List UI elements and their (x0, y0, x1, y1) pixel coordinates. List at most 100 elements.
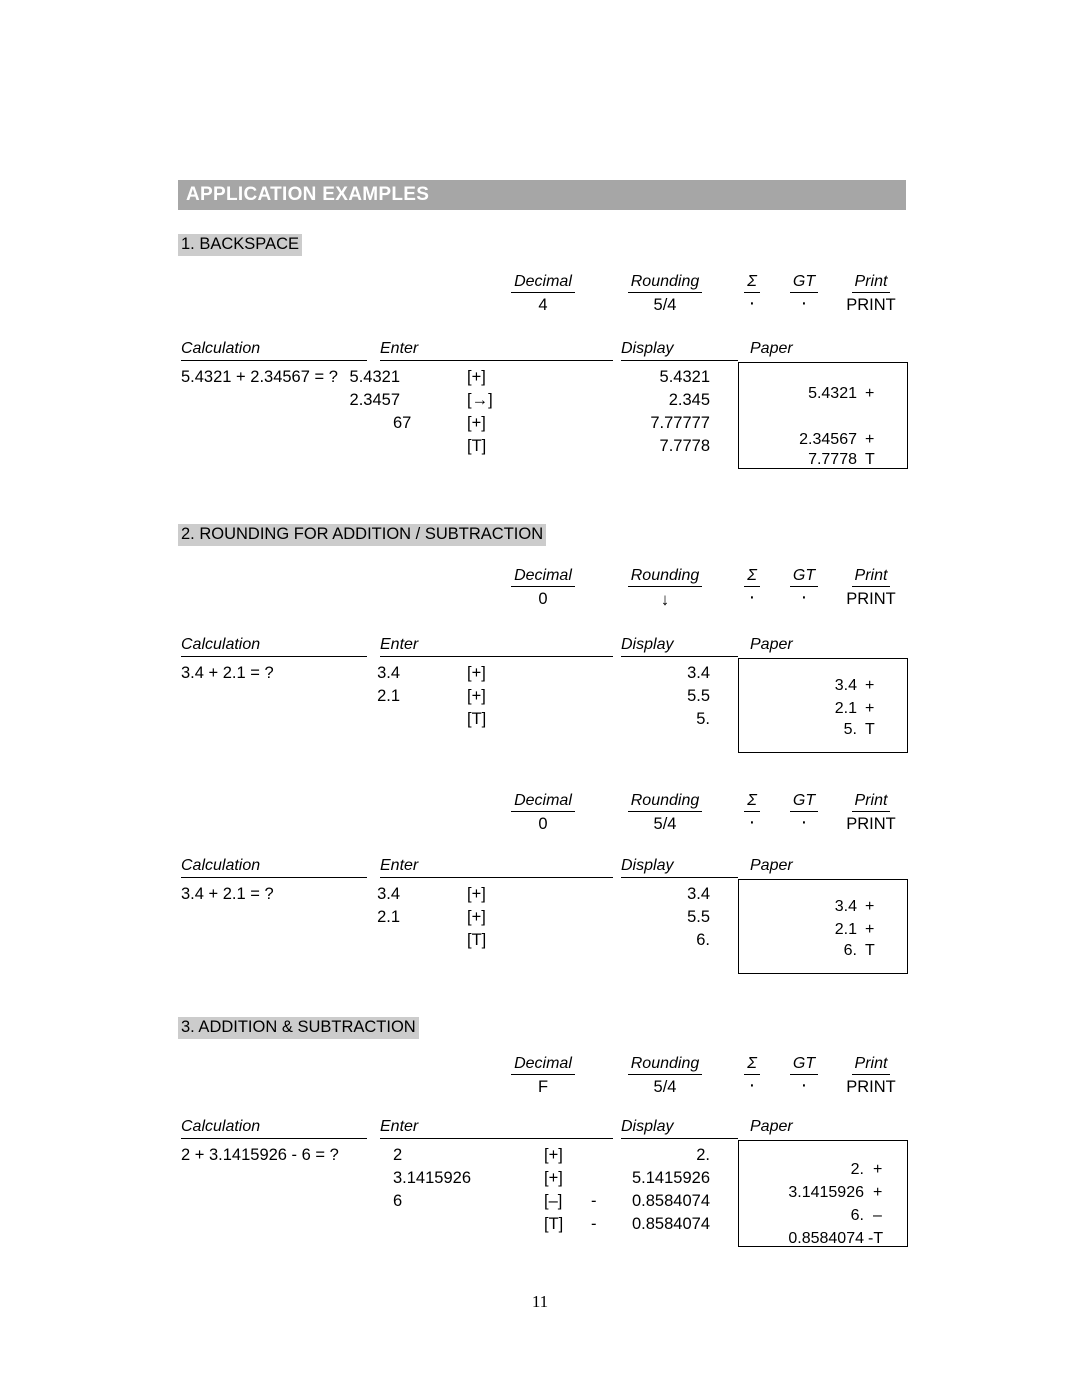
enter-value: 2 (393, 1146, 403, 1164)
paper-symbol: + (865, 898, 875, 915)
setting-decimal-value: 0 (538, 814, 548, 833)
rule-enter (380, 656, 613, 657)
paper-printout-box: 3.4 + 2.1 + 6. T (738, 879, 908, 974)
setting-print-value: PRINT (846, 814, 896, 833)
setting-gt-value: · (800, 585, 808, 608)
setting-gt: GT · (779, 273, 829, 313)
setting-print: Print PRINT (833, 792, 909, 834)
setting-sigma: Σ · (729, 273, 775, 313)
setting-rounding: Rounding 5/4 (606, 273, 724, 315)
header-paper: Paper (750, 1118, 793, 1135)
paper-number: 2.1 (834, 700, 857, 717)
paper-symbol: + (865, 385, 875, 402)
display-value: 5.5 (687, 908, 710, 926)
paper-symbol: T (865, 721, 875, 738)
header-display: Display (621, 340, 674, 357)
paper-printout-box: 2. + 3.1415926 + 6. – 0.8584074 -T (738, 1140, 908, 1247)
paper-printout-box: 5.4321 + 2.34567 + 7.7778 T (738, 362, 908, 469)
setting-decimal-label: Decimal (511, 792, 575, 812)
setting-print: Print PRINT (833, 1055, 909, 1097)
setting-sigma: Σ · (729, 567, 775, 607)
header-paper: Paper (750, 857, 793, 874)
settings-strip-3-1: Decimal F Rounding 5/4 Σ · GT · Print PR… (178, 1055, 938, 1105)
display-value: 2.345 (668, 391, 710, 409)
setting-gt: GT · (779, 792, 829, 832)
setting-rounding-label: Rounding (627, 1055, 703, 1075)
header-enter: Enter (380, 857, 419, 874)
setting-rounding: Rounding 5/4 (606, 1055, 724, 1097)
rule-enter (380, 877, 613, 878)
setting-sigma-value: · (748, 291, 756, 314)
header-enter: Enter (380, 340, 419, 357)
display-value: 3.4 (687, 664, 710, 682)
enter-value: 2.1 (377, 687, 400, 705)
setting-sigma: Σ · (729, 1055, 775, 1095)
setting-decimal-value: F (537, 1077, 549, 1096)
enter-value: 2.1 (377, 908, 400, 926)
paper-symbol: + (865, 921, 875, 938)
rule-enter (380, 360, 613, 361)
enter-key: [T] (467, 931, 487, 949)
section-heading-2: 2. ROUNDING FOR ADDITION / SUBTRACTION (178, 524, 547, 546)
setting-sigma-label: Σ (744, 567, 760, 587)
display-sign: - (591, 1192, 597, 1210)
paper-printout-box: 3.4 + 2.1 + 5. T (738, 658, 908, 753)
calculation-expression: 3.4 + 2.1 = ? (181, 885, 274, 903)
setting-print: Print PRINT (833, 273, 909, 315)
rule-display (621, 1138, 738, 1139)
setting-print-value: PRINT (846, 295, 896, 314)
settings-strip-1-1: Decimal 4 Rounding 5/4 Σ · GT · Print PR… (178, 273, 938, 323)
setting-sigma-label: Σ (744, 792, 760, 812)
enter-key: [→] (467, 391, 493, 409)
paper-number: 6. (843, 942, 857, 959)
setting-rounding: Rounding ↓ (606, 567, 724, 610)
setting-sigma-label: Σ (744, 273, 760, 293)
paper-number: 5. (843, 721, 857, 738)
header-display: Display (621, 636, 674, 653)
setting-gt-label: GT (789, 567, 819, 587)
enter-key: [+] (467, 885, 486, 903)
setting-rounding-value: 5/4 (653, 814, 677, 833)
header-paper: Paper (750, 636, 793, 653)
paper-number: 0.8584074 (788, 1230, 864, 1247)
enter-key: [+] (544, 1146, 563, 1164)
paper-symbol: + (873, 1184, 883, 1201)
paper-number: 3.4 (834, 898, 857, 915)
display-value: 5.4321 (659, 368, 710, 386)
enter-value: 3.1415926 (393, 1169, 471, 1187)
enter-value: 2.3457 (349, 391, 400, 409)
setting-rounding-value: 5/4 (653, 295, 677, 314)
header-paper: Paper (750, 340, 793, 357)
enter-value: 3.4 (377, 664, 400, 682)
setting-print-value: PRINT (846, 589, 896, 608)
setting-decimal: Decimal 4 (488, 273, 598, 315)
enter-key: [T] (467, 437, 487, 455)
setting-print: Print PRINT (833, 567, 909, 609)
setting-rounding: Rounding 5/4 (606, 792, 724, 834)
paper-number: 2.34567 (799, 431, 857, 448)
rule-calculation (181, 656, 367, 657)
header-enter: Enter (380, 1118, 419, 1135)
enter-value: 5.4321 (349, 368, 400, 386)
display-value: 7.7778 (659, 437, 710, 455)
enter-key: [+] (467, 414, 486, 432)
setting-gt: GT · (779, 1055, 829, 1095)
enter-value: 67 (393, 414, 412, 432)
calculation-expression: 2 + 3.1415926 - 6 = ? (181, 1146, 339, 1164)
setting-print-value: PRINT (846, 1077, 896, 1096)
setting-sigma-label: Σ (744, 1055, 760, 1075)
setting-sigma-value: · (748, 585, 756, 608)
paper-symbol: + (865, 700, 875, 717)
setting-print-label: Print (851, 792, 891, 812)
paper-number: 2.1 (834, 921, 857, 938)
header-calculation: Calculation (181, 1118, 261, 1135)
enter-key: [–] (544, 1192, 563, 1210)
setting-decimal: Decimal 0 (488, 792, 598, 834)
settings-strip-2-1: Decimal 0 Rounding ↓ Σ · GT · Print PRIN… (178, 567, 938, 617)
display-value: 0.8584074 (632, 1192, 710, 1210)
enter-key: [+] (467, 664, 486, 682)
setting-gt-label: GT (789, 792, 819, 812)
enter-key: [+] (467, 908, 486, 926)
setting-print-label: Print (851, 1055, 891, 1075)
header-enter: Enter (380, 636, 419, 653)
